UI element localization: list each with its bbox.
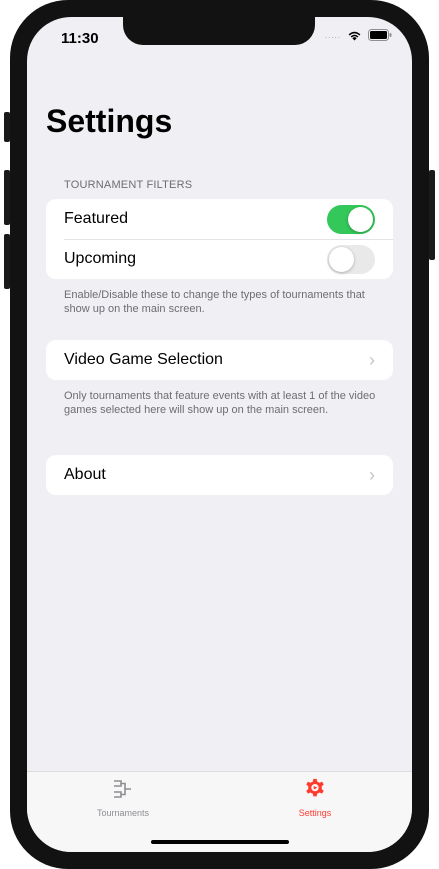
toggle-knob xyxy=(329,246,354,272)
signal-dots: ..... xyxy=(324,30,341,40)
status-icons: ..... xyxy=(325,29,392,41)
upcoming-row: Upcoming xyxy=(46,239,393,279)
mute-switch xyxy=(4,112,10,142)
home-indicator xyxy=(151,840,289,844)
toggle-knob xyxy=(348,206,373,232)
screen: 11:30 ..... Settings TOURNAMENT FILTERS … xyxy=(27,17,412,852)
upcoming-label: Upcoming xyxy=(64,250,137,267)
featured-label: Featured xyxy=(64,210,129,227)
chevron-right-icon: › xyxy=(369,464,375,485)
power-button xyxy=(429,170,435,260)
tab-bar: Tournaments Settings xyxy=(27,771,412,852)
tab-tournaments-label: Tournaments xyxy=(96,808,150,818)
gear-icon xyxy=(306,778,324,797)
chevron-right-icon: › xyxy=(369,349,375,370)
volume-down-button xyxy=(4,234,10,289)
featured-row: Featured xyxy=(46,199,393,239)
about-row[interactable]: About › xyxy=(46,455,393,495)
volume-up-button xyxy=(4,170,10,225)
video-game-selection-label: Video Game Selection xyxy=(64,351,223,368)
about-label: About xyxy=(64,466,106,483)
video-game-selection-row[interactable]: Video Game Selection › xyxy=(46,340,393,380)
tab-settings[interactable]: Settings xyxy=(245,778,385,818)
bracket-icon xyxy=(114,780,131,798)
video-game-selection-group: Video Game Selection › xyxy=(46,340,393,380)
upcoming-toggle[interactable] xyxy=(327,244,375,274)
about-group: About › xyxy=(46,455,393,495)
notch xyxy=(123,17,315,45)
wifi-icon xyxy=(348,31,361,40)
tab-tournaments[interactable]: Tournaments xyxy=(53,778,193,818)
tab-settings-label: Settings xyxy=(298,808,332,818)
status-time: 11:30 xyxy=(61,30,99,47)
tournament-filters-group: Featured Upcoming xyxy=(46,199,393,279)
battery-icon xyxy=(368,29,392,41)
featured-toggle[interactable] xyxy=(327,204,375,234)
tournament-filters-header: TOURNAMENT FILTERS xyxy=(64,179,193,191)
tournament-filters-footer: Enable/Disable these to change the types… xyxy=(64,289,365,315)
video-game-selection-footer: Only tournaments that feature events wit… xyxy=(64,390,376,416)
page-title: Settings xyxy=(46,103,173,139)
